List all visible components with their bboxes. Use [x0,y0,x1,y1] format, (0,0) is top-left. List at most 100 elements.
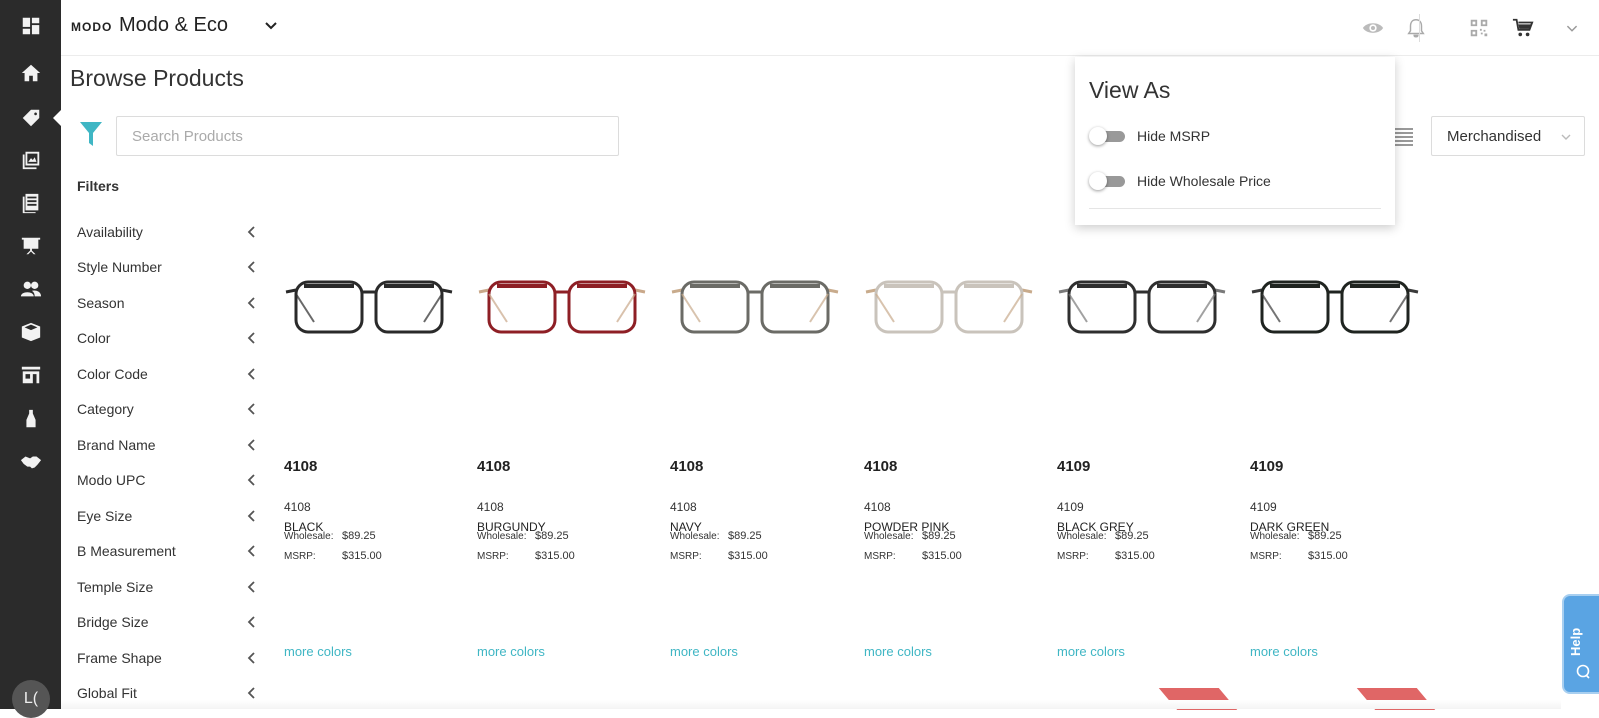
product-sku: 4108 [477,500,504,514]
filter-label: Season [77,294,125,311]
handshake-icon[interactable] [0,444,61,480]
msrp-label: MSRP: [477,551,509,562]
view-as-popover: View As Hide MSRP Hide Wholesale Price [1075,57,1395,225]
product-card[interactable]: 4109 4109 BLACK GREY Wholesale: $89.25 MSRP: $… [1057,252,1247,682]
msrp-label: MSRP: [864,551,896,562]
chevron-left-icon [247,332,255,344]
bell-icon[interactable] [1404,16,1428,40]
presentation-icon[interactable] [0,228,61,264]
product-card[interactable]: 4108 4108 NAVY Wholesale: $89.25 MSRP: $315.00… [670,252,860,682]
chevron-left-icon [247,297,255,309]
product-style-number[interactable]: 4109 [1250,458,1283,475]
more-colors-link[interactable]: more colors [477,644,545,659]
users-icon[interactable] [0,271,61,307]
msrp-price: $315.00 [1308,550,1348,562]
filter-modo-upc[interactable]: Modo UPC [77,463,257,499]
chevron-left-icon [247,510,255,522]
tag-icon[interactable] [0,100,61,136]
filter-label: Temple Size [77,578,154,595]
more-colors-link[interactable]: more colors [670,644,738,659]
product-image[interactable] [670,272,840,342]
filter-label: Eye Size [77,507,133,524]
more-colors-link[interactable]: more colors [1250,644,1318,659]
product-card[interactable]: 4108 4108 BURGUNDY Wholesale: $89.25 MSRP: $31… [477,252,667,682]
chevron-left-icon [247,687,255,699]
account-chevron-down-icon[interactable] [1560,16,1584,40]
hide-wholesale-label: Hide Wholesale Price [1137,173,1271,189]
product-style-number[interactable]: 4108 [670,458,703,475]
list-view-icon[interactable] [1393,126,1413,146]
wholesale-price: $89.25 [1308,530,1342,542]
hide-msrp-row: Hide MSRP [1089,127,1210,145]
filter-brand-name[interactable]: Brand Name [77,427,257,463]
wholesale-price-row: Wholesale: $89.25 [670,530,762,542]
gallery-icon[interactable] [0,142,61,178]
box-icon[interactable] [0,314,61,350]
more-colors-link[interactable]: more colors [864,644,932,659]
wholesale-label: Wholesale: [670,531,720,542]
help-button[interactable]: Help [1562,594,1599,694]
product-image[interactable] [1057,272,1227,342]
filter-style-number[interactable]: Style Number [77,250,257,286]
chevron-left-icon [247,368,255,380]
product-style-number[interactable]: 4108 [284,458,317,475]
search-input[interactable] [116,116,619,156]
wholesale-label: Wholesale: [1250,531,1300,542]
more-colors-link[interactable]: more colors [1057,644,1125,659]
dashboard-icon[interactable] [0,8,61,44]
msrp-label: MSRP: [1057,551,1089,562]
filter-b-measurement[interactable]: B Measurement [77,534,257,570]
filter-color-code[interactable]: Color Code [77,356,257,392]
eye-icon[interactable] [1361,16,1385,40]
filter-color[interactable]: Color [77,321,257,357]
product-sku: 4108 [284,500,311,514]
home-icon[interactable] [0,55,61,91]
hide-msrp-toggle[interactable] [1089,127,1127,145]
chevron-down-icon[interactable] [263,18,279,34]
bottle-icon[interactable] [0,401,61,437]
filter-bridge-size[interactable]: Bridge Size [77,605,257,641]
popover-divider [1089,208,1381,209]
msrp-price: $315.00 [922,550,962,562]
qr-icon[interactable] [1467,16,1491,40]
product-card[interactable]: 4109 4109 DARK GREEN Wholesale: $89.25 MSRP: $… [1250,252,1440,682]
cart-icon[interactable] [1511,16,1535,40]
chevron-down-icon [1561,134,1571,140]
chevron-left-icon [247,403,255,415]
product-card[interactable]: 4108 4108 POWDER PINK Wholesale: $89.25 MSRP:… [864,252,1054,682]
filter-label: Brand Name [77,436,156,453]
filter-temple-size[interactable]: Temple Size [77,569,257,605]
brand-switcher[interactable]: Modo & Eco [119,14,228,37]
filter-eye-size[interactable]: Eye Size [77,498,257,534]
filter-label: Modo UPC [77,472,146,489]
product-image[interactable] [477,272,647,342]
filter-availability[interactable]: Availability [77,214,257,250]
more-colors-link[interactable]: more colors [284,644,352,659]
product-image[interactable] [864,272,1034,342]
hide-wholesale-toggle[interactable] [1089,172,1127,190]
user-avatar[interactable]: L( [12,680,50,718]
filters-heading: Filters [77,178,120,194]
product-card[interactable]: 4108 4108 BLACK Wholesale: $89.25 MSRP: $315.0… [284,252,474,682]
msrp-label: MSRP: [1250,551,1282,562]
filter-label: Color Code [77,365,148,382]
store-icon[interactable] [0,357,61,393]
catalog-icon[interactable] [0,185,61,221]
product-style-number[interactable]: 4109 [1057,458,1090,475]
wholesale-price: $89.25 [535,530,569,542]
filter-frame-shape[interactable]: Frame Shape [77,640,257,676]
product-image[interactable] [1250,272,1420,342]
chevron-left-icon [247,545,255,557]
product-sku: 4109 [1250,500,1277,514]
page-title: Browse Products [70,65,244,91]
product-image[interactable] [284,272,454,342]
filter-category[interactable]: Category [77,392,257,428]
header-divider [1419,14,1420,42]
product-style-number[interactable]: 4108 [477,458,510,475]
product-style-number[interactable]: 4108 [864,458,897,475]
sort-select[interactable]: Merchandised [1431,116,1585,156]
msrp-price: $315.00 [342,550,382,562]
filter-icon[interactable] [80,122,102,146]
chevron-left-icon [247,581,255,593]
filter-season[interactable]: Season [77,285,257,321]
